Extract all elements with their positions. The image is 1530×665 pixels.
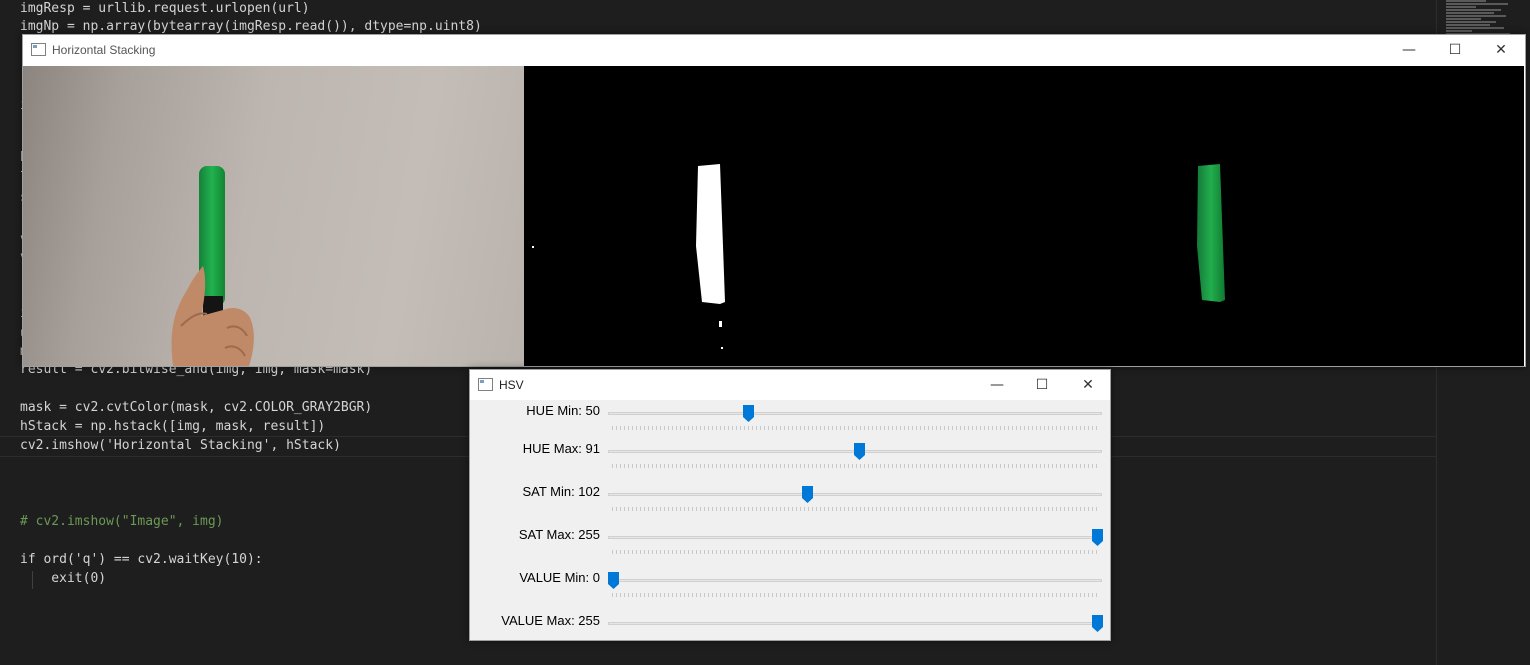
trackbar-track[interactable] <box>608 536 1102 539</box>
trackbar-thumb[interactable] <box>743 405 755 422</box>
trackbar-ticks <box>612 507 1098 511</box>
trackbar-hue-max[interactable]: HUE Max: 91 <box>470 440 1110 482</box>
minimize-button[interactable]: — <box>1386 35 1432 65</box>
trackbar-track[interactable] <box>608 579 1102 582</box>
trackbar-hue-min[interactable]: HUE Min: 50 <box>470 402 1110 444</box>
result-image <box>1197 164 1225 302</box>
trackbar-ticks <box>612 593 1098 597</box>
trackbar-track[interactable] <box>608 493 1102 496</box>
code-line-6[interactable]: cv2.imshow('Horizontal Stacking', hStack… <box>20 437 341 455</box>
code-line-7[interactable]: # cv2.imshow("Image", img) <box>20 513 224 531</box>
trackbar-label: SAT Max: 255 <box>518 527 600 542</box>
trackbar-value-min[interactable]: VALUE Min: 0 <box>470 569 1110 611</box>
mask-image <box>532 164 725 349</box>
original-image-pane <box>23 66 524 366</box>
window-titlebar[interactable]: Horizontal Stacking — ☐ ✕ <box>23 35 1525 65</box>
result-pane <box>1024 66 1524 366</box>
code-line-1[interactable]: imgResp = urllib.request.urlopen(url) <box>20 0 310 18</box>
close-button[interactable]: ✕ <box>1478 35 1524 65</box>
maximize-button[interactable]: ☐ <box>1019 370 1065 400</box>
trackbar-label: SAT Min: 102 <box>522 484 600 499</box>
code-line-5[interactable]: hStack = np.hstack([img, mask, result]) <box>20 418 325 436</box>
trackbar-value-max[interactable]: VALUE Max: 255 <box>470 612 1110 654</box>
hand-holding-marker-image <box>171 166 254 366</box>
hsv-window-title: HSV <box>499 378 524 392</box>
hsv-window[interactable]: HSV — ☐ ✕ HUE Min: 50 HUE Max: 91 SAT Mi… <box>469 369 1111 641</box>
window-app-icon <box>478 378 493 391</box>
trackbar-sat-min[interactable]: SAT Min: 102 <box>470 483 1110 525</box>
trackbar-label: HUE Min: 50 <box>526 403 600 418</box>
window-app-icon <box>31 43 46 56</box>
trackbar-thumb[interactable] <box>1092 615 1103 632</box>
close-button[interactable]: ✕ <box>1065 370 1111 400</box>
trackbar-ticks <box>612 464 1098 468</box>
trackbar-thumb[interactable] <box>1092 529 1103 546</box>
code-line-8[interactable]: if ord('q') == cv2.waitKey(10): <box>20 551 263 569</box>
trackbar-track[interactable] <box>608 622 1102 625</box>
trackbar-label: HUE Max: 91 <box>522 441 600 456</box>
trackbar-ticks <box>612 426 1098 430</box>
window-title: Horizontal Stacking <box>52 43 156 57</box>
trackbar-thumb[interactable] <box>854 443 866 460</box>
trackbar-label: VALUE Min: 0 <box>519 570 600 585</box>
mask-blob <box>696 164 725 304</box>
result-marker <box>1197 164 1225 302</box>
minimize-button[interactable]: — <box>974 370 1020 400</box>
maximize-button[interactable]: ☐ <box>1432 35 1478 65</box>
trackbar-sat-max[interactable]: SAT Max: 255 <box>470 526 1110 568</box>
trackbar-track[interactable] <box>608 412 1102 415</box>
trackbar-thumb[interactable] <box>608 572 619 589</box>
horizontal-stacking-window[interactable]: Horizontal Stacking — ☐ ✕ <box>22 34 1526 367</box>
trackbar-thumb[interactable] <box>801 486 813 503</box>
hsv-titlebar[interactable]: HSV — ☐ ✕ <box>470 370 1110 400</box>
code-line-9[interactable]: exit(0) <box>20 570 106 588</box>
code-line-4[interactable]: mask = cv2.cvtColor(mask, cv2.COLOR_GRAY… <box>20 399 372 417</box>
mask-pane <box>524 66 1024 366</box>
trackbar-ticks <box>612 550 1098 554</box>
trackbar-label: VALUE Max: 255 <box>501 613 600 628</box>
